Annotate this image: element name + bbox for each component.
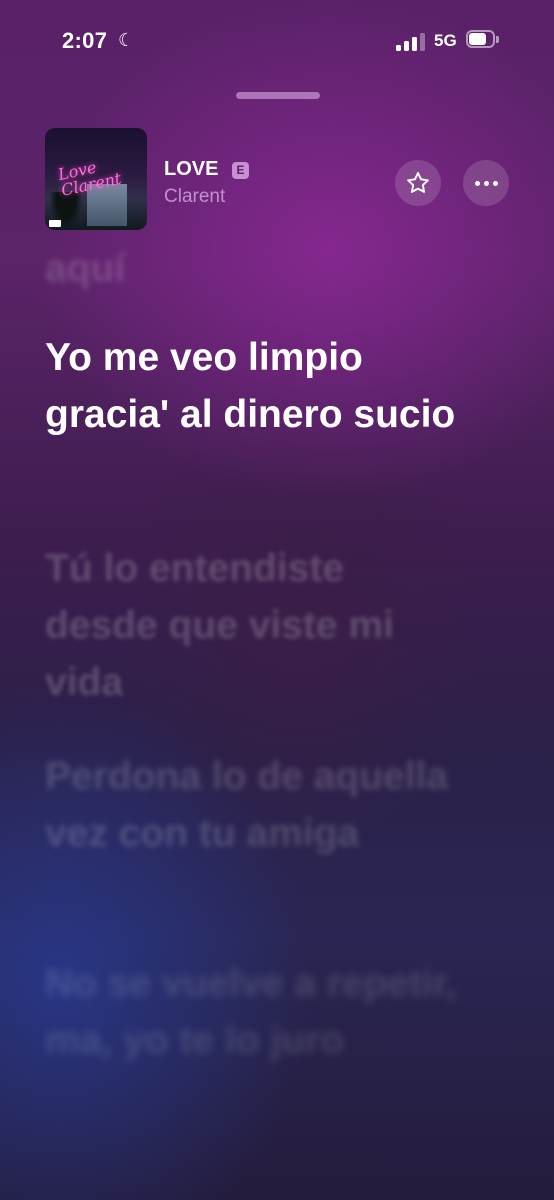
- album-artwork[interactable]: Love Clarent: [45, 128, 147, 230]
- more-button[interactable]: [463, 160, 509, 206]
- network-label: 5G: [434, 31, 457, 50]
- battery-icon: [466, 30, 500, 50]
- parental-advisory-icon: [49, 220, 61, 227]
- status-bar: 2:07 ☾ 5G: [0, 0, 554, 80]
- moon-icon: ☾: [118, 30, 135, 50]
- artwork-neon-text: Love Clarent: [56, 157, 123, 200]
- lyric-line-previous[interactable]: aquí: [45, 240, 465, 297]
- signal-icon: [396, 33, 426, 51]
- track-artist[interactable]: Clarent: [164, 186, 225, 208]
- lyric-line-next[interactable]: Tú lo entendiste desde que viste mi vida: [45, 540, 465, 711]
- star-icon: [407, 172, 429, 193]
- sheet-grabber[interactable]: [236, 92, 320, 99]
- lyric-line-current[interactable]: Yo me veo limpio gracia' al dinero sucio: [45, 329, 465, 443]
- status-time: 2:07: [62, 28, 108, 53]
- track-title[interactable]: LOVE: [164, 158, 218, 181]
- favorite-button[interactable]: [395, 160, 441, 206]
- more-icon: [474, 180, 498, 186]
- lyric-line-next[interactable]: Perdona lo de aquella vez con tu amiga: [45, 748, 465, 862]
- lyric-line-next[interactable]: No se vuelve a repetir, ma, yo te lo jur…: [45, 955, 465, 1069]
- explicit-badge: E: [232, 162, 249, 179]
